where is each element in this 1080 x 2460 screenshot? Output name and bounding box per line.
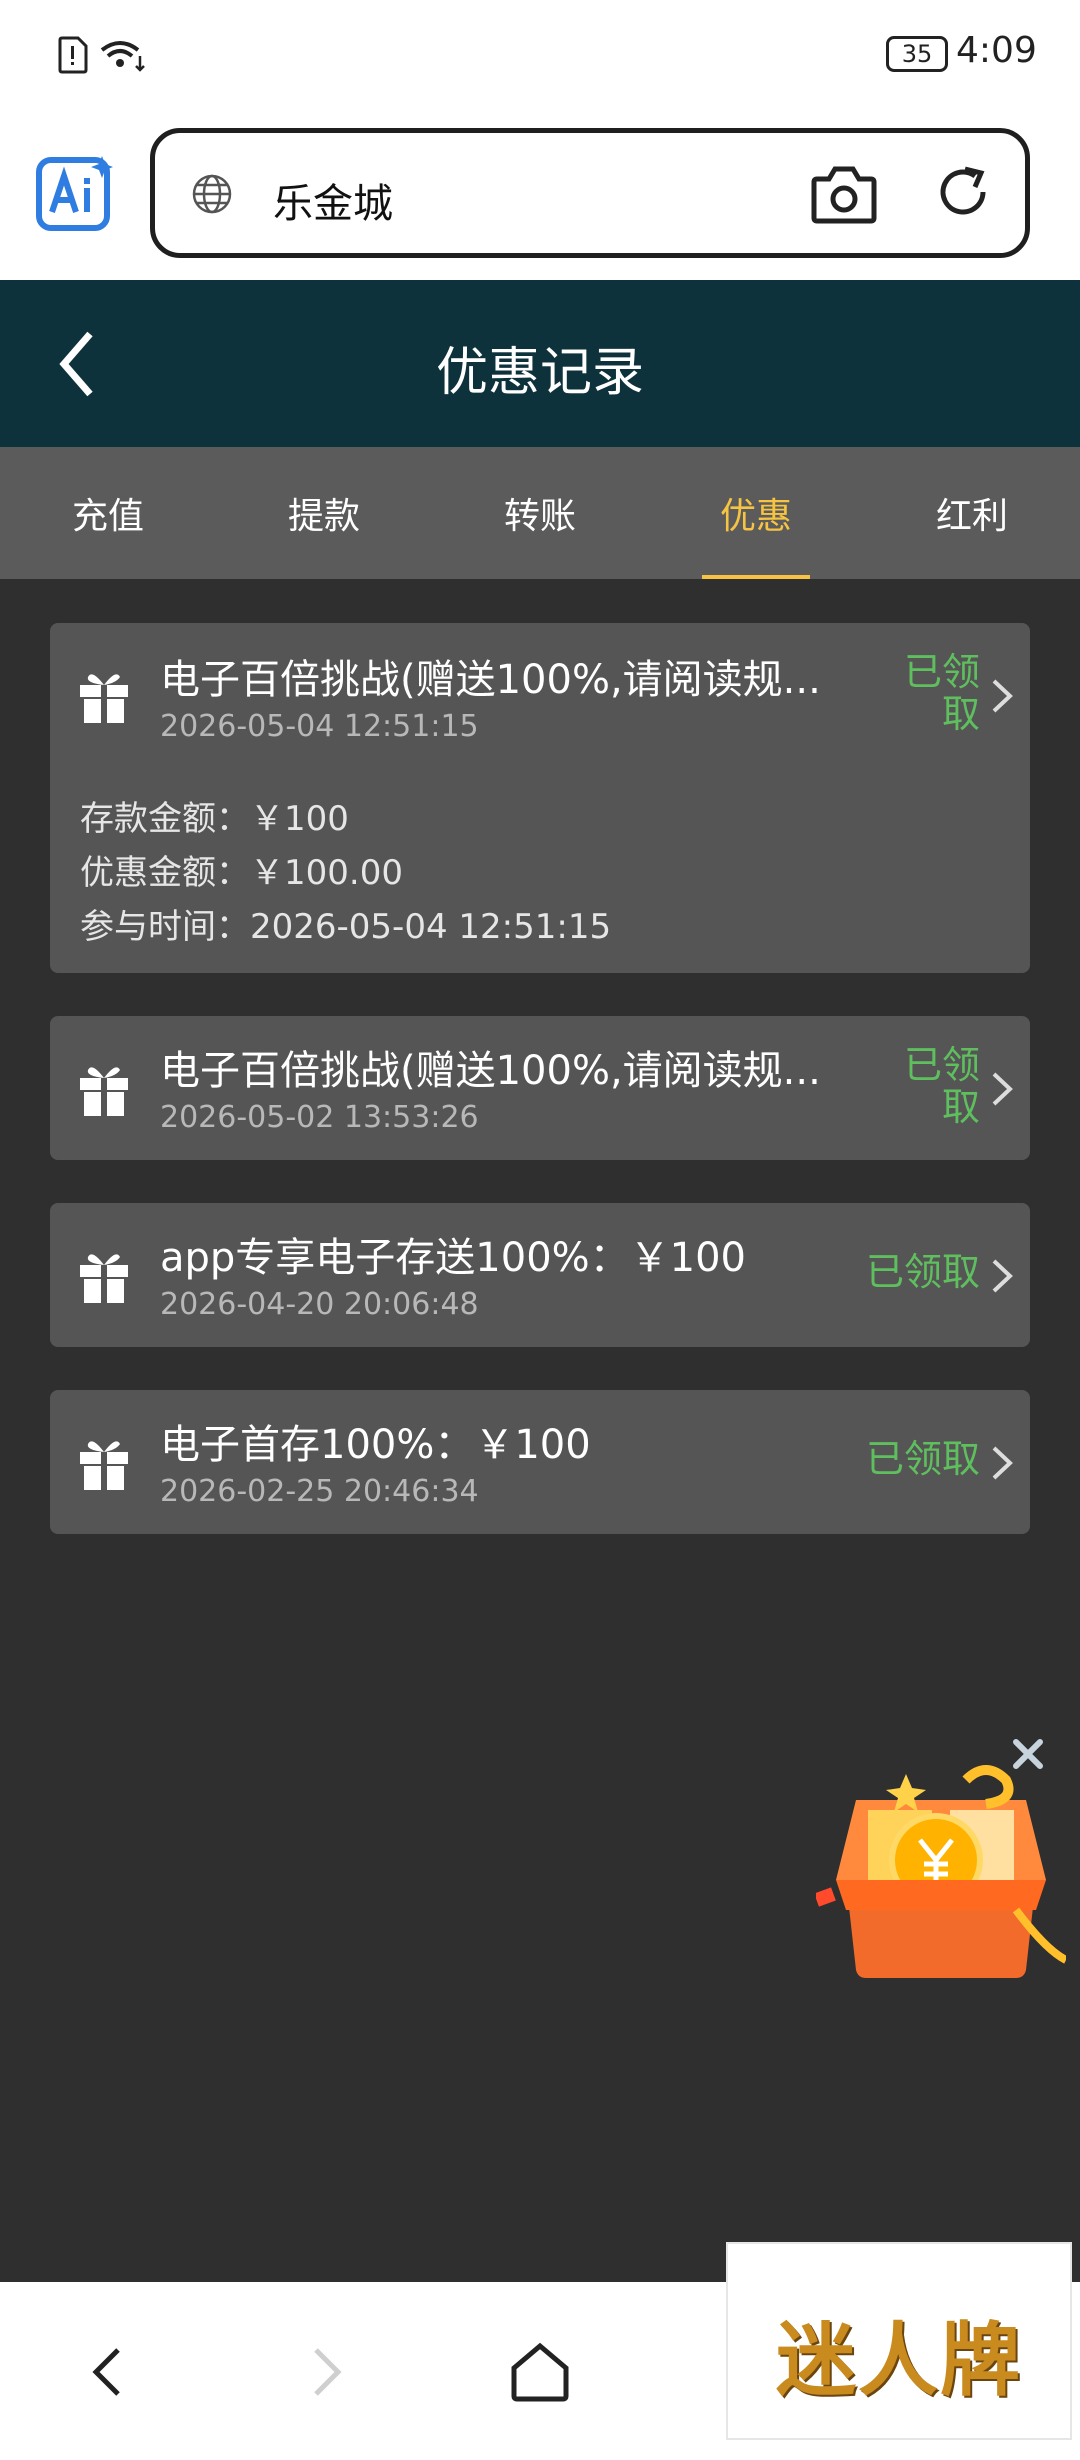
chevron-right-icon[interactable]	[990, 1070, 1014, 1108]
tab-promotion[interactable]: 优惠	[648, 447, 864, 579]
ai-assistant-icon[interactable]	[36, 154, 116, 234]
url-text[interactable]: 乐金城	[273, 171, 393, 229]
gift-icon	[80, 1441, 128, 1490]
reload-icon[interactable]	[935, 163, 993, 221]
claimed-status: 已领 取	[903, 1043, 980, 1129]
tab-bonus[interactable]: 红利	[864, 447, 1080, 579]
record-date: 2026-02-25 20:46:34	[160, 1474, 479, 1509]
nav-forward-icon[interactable]	[310, 2346, 344, 2398]
claimed-status: 已领 取	[903, 650, 980, 736]
clock: 4:09	[956, 30, 1037, 71]
sim-alert-icon	[58, 36, 88, 74]
home-icon[interactable]	[508, 2342, 572, 2402]
page-title: 优惠记录	[435, 343, 644, 403]
deposit-amount: 存款金额：￥100	[80, 799, 349, 839]
battery-indicator: 35	[886, 36, 948, 72]
camera-icon[interactable]	[811, 163, 877, 225]
chevron-right-icon[interactable]	[990, 1257, 1014, 1295]
gift-icon	[80, 674, 128, 723]
watermark: 迷人牌	[726, 2242, 1072, 2440]
record-title: app专享电子存送100%：￥100	[160, 1235, 746, 1281]
promotion-record[interactable]: 电子百倍挑战(赠送100%,请阅读规... 2026-05-04 12:51:1…	[50, 623, 1030, 973]
promotion-record[interactable]: 电子百倍挑战(赠送100%,请阅读规... 2026-05-02 13:53:2…	[50, 1016, 1030, 1160]
record-date: 2026-05-04 12:51:15	[160, 709, 479, 744]
record-title: 电子首存100%：￥100	[160, 1422, 591, 1468]
tab-deposit[interactable]: 充值	[0, 447, 216, 579]
promotion-record[interactable]: app专享电子存送100%：￥100 2026-04-20 20:06:48 已…	[50, 1203, 1030, 1347]
record-title: 电子百倍挑战(赠送100%,请阅读规...	[160, 657, 821, 703]
browser-toolbar: 乐金城	[0, 110, 1080, 280]
claimed-status: 已领取	[865, 1437, 980, 1481]
address-bar[interactable]: 乐金城	[150, 128, 1030, 258]
claimed-status: 已领取	[865, 1250, 980, 1294]
tab-transfer[interactable]: 转账	[432, 447, 648, 579]
chevron-right-icon[interactable]	[990, 1444, 1014, 1482]
promotion-record[interactable]: 电子首存100%：￥100 2026-02-25 20:46:34 已领取	[50, 1390, 1030, 1534]
watermark-text: 迷人牌	[776, 2313, 1022, 2407]
record-tabs: 充值 提款 转账 优惠 红利	[0, 447, 1080, 579]
gift-icon	[80, 1254, 128, 1303]
gift-box-promo-icon[interactable]	[816, 1760, 1066, 1990]
gift-icon	[80, 1067, 128, 1116]
record-title: 电子百倍挑战(赠送100%,请阅读规...	[160, 1048, 821, 1094]
record-date: 2026-05-02 13:53:26	[160, 1100, 479, 1135]
record-date: 2026-04-20 20:06:48	[160, 1287, 479, 1322]
status-bar: 35 4:09	[0, 0, 1080, 110]
chevron-right-icon[interactable]	[990, 677, 1014, 715]
nav-back-icon[interactable]	[90, 2346, 124, 2398]
wifi-icon	[100, 41, 145, 72]
page-header: 优惠记录	[0, 280, 1080, 447]
participation-time: 参与时间：2026-05-04 12:51:15	[80, 907, 612, 947]
bonus-amount: 优惠金额：￥100.00	[80, 853, 403, 893]
globe-icon	[192, 174, 232, 214]
tab-withdraw[interactable]: 提款	[216, 447, 432, 579]
